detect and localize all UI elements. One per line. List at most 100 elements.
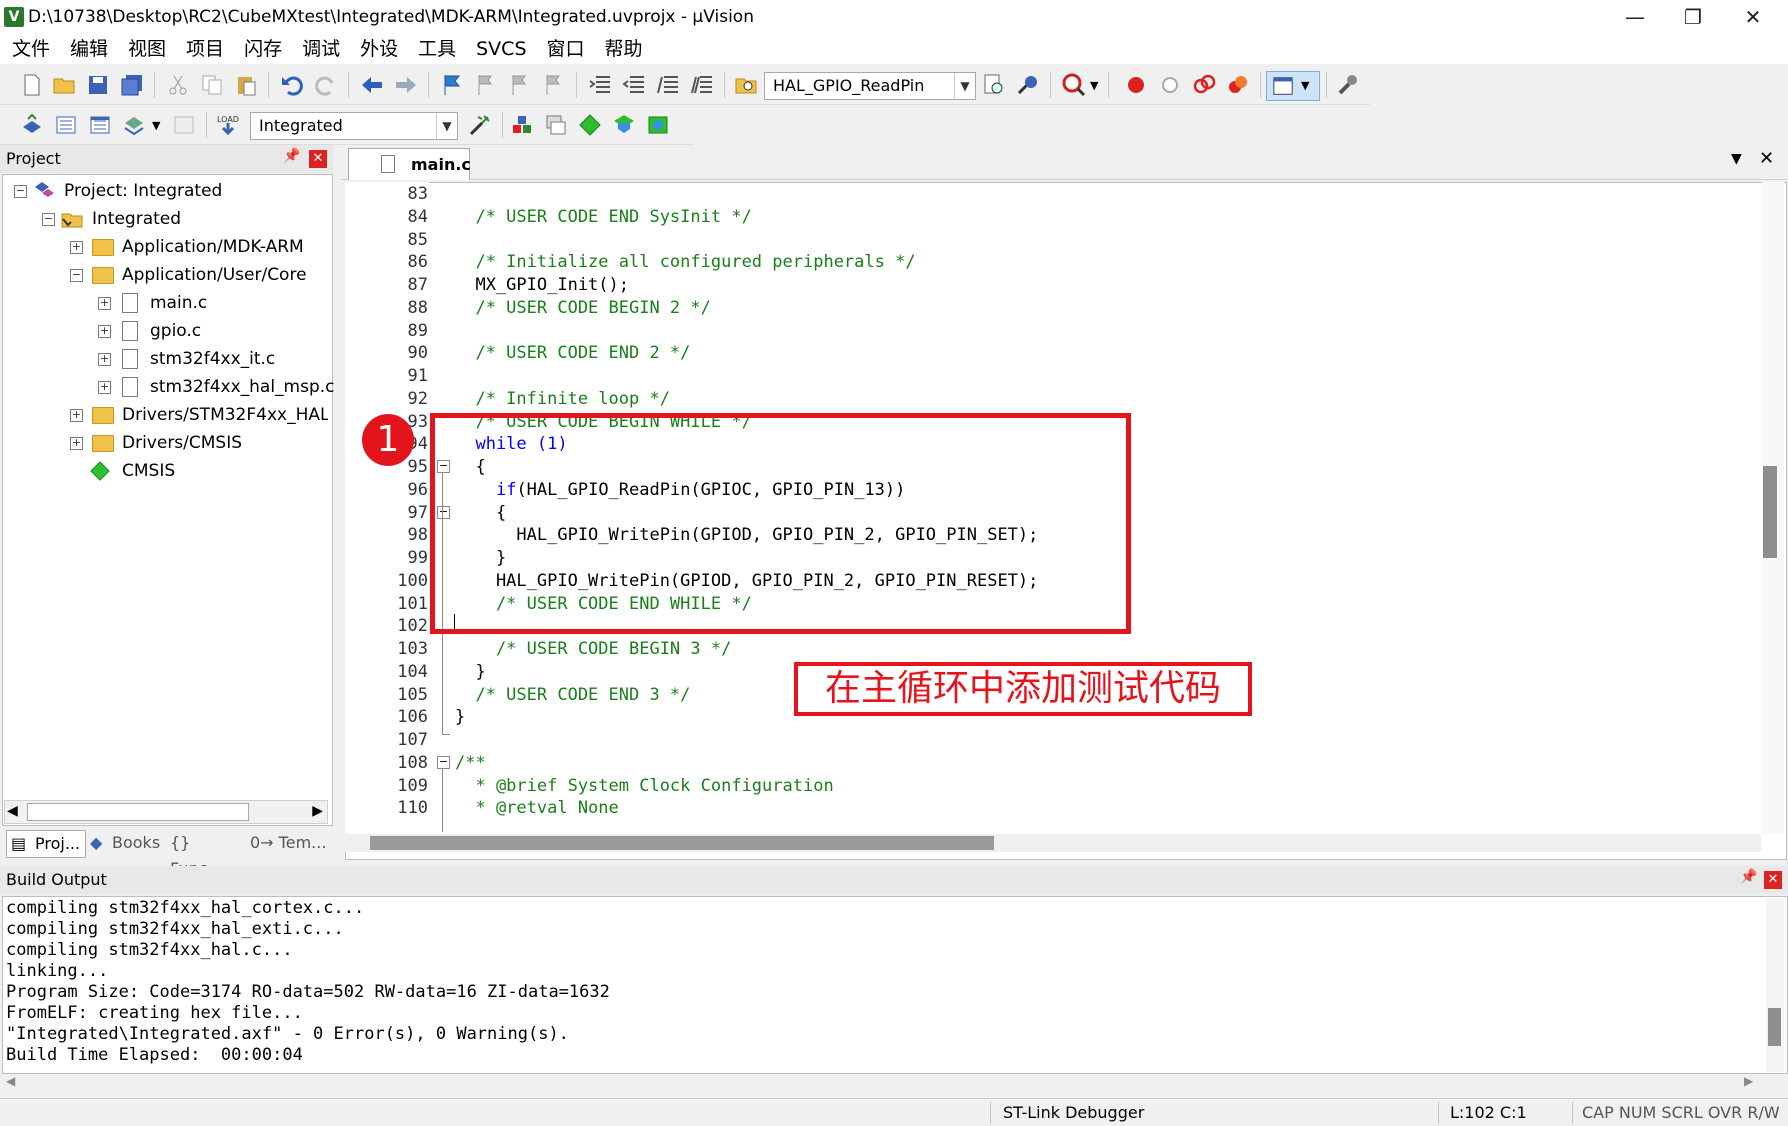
save-all-icon[interactable] xyxy=(120,73,144,97)
svg-text:LOAD: LOAD xyxy=(217,115,239,124)
incremental-find-icon[interactable] xyxy=(1016,73,1040,97)
paste-icon[interactable] xyxy=(234,73,258,97)
find-icon[interactable] xyxy=(982,73,1006,97)
unindent-icon[interactable] xyxy=(622,73,646,97)
chevron-down-icon[interactable]: ▼ xyxy=(954,73,975,99)
tab-list-dropdown-icon[interactable]: ▼ xyxy=(1731,151,1742,167)
navigate-forward-icon[interactable] xyxy=(394,73,418,97)
tab-functions[interactable]: {} Func... xyxy=(170,830,246,878)
chevron-down-icon[interactable]: ▼ xyxy=(436,113,457,139)
open-folder-icon[interactable] xyxy=(52,73,76,97)
configure-wrench-icon[interactable] xyxy=(1336,73,1360,97)
comment-icon[interactable] xyxy=(656,73,680,97)
batch-build-icon[interactable] xyxy=(122,113,146,137)
rebuild-icon[interactable] xyxy=(88,113,112,137)
menu-view[interactable]: 视图 xyxy=(118,34,176,64)
tab-templates[interactable]: 0→ Tem... xyxy=(250,830,330,856)
expand-icon[interactable]: + xyxy=(98,325,111,338)
project-horizontal-scrollbar[interactable]: ◀ ▶ xyxy=(4,800,328,824)
collapse-icon[interactable]: − xyxy=(70,269,83,282)
menu-svcs[interactable]: SVCS xyxy=(466,34,536,64)
menu-flash[interactable]: 闪存 xyxy=(234,34,292,64)
editor-horizontal-thumb[interactable] xyxy=(370,836,994,850)
expand-icon[interactable]: + xyxy=(70,409,83,422)
pin-icon[interactable]: 📌 xyxy=(1740,869,1757,885)
clear-bookmarks-icon[interactable] xyxy=(542,73,566,97)
menu-file[interactable]: 文件 xyxy=(2,34,60,64)
select-packs-icon[interactable] xyxy=(646,113,670,137)
line-number: 99 xyxy=(407,548,428,568)
tree-item-folder[interactable]: + Drivers/STM32F4xx_HAL_Driv xyxy=(70,403,328,427)
project-panel-tabs: ▤ Proj... ◆ Books {} Func... 0→ Tem... xyxy=(2,826,331,878)
maximize-button[interactable]: ❐ xyxy=(1664,2,1722,32)
next-bookmark-icon[interactable] xyxy=(508,73,532,97)
fold-collapse-icon[interactable]: − xyxy=(437,756,450,769)
editor-vertical-thumb[interactable] xyxy=(1763,466,1777,558)
cut-icon[interactable] xyxy=(166,73,190,97)
run-time-environment-icon[interactable] xyxy=(578,113,602,137)
pack-installer-icon[interactable] xyxy=(612,113,636,137)
download-load-icon[interactable]: LOAD xyxy=(216,113,240,137)
menu-project[interactable]: 项目 xyxy=(176,34,234,64)
target-combo[interactable]: Integrated ▼ xyxy=(250,112,458,140)
menu-window[interactable]: 窗口 xyxy=(537,34,595,64)
close-tab-icon[interactable]: ✕ xyxy=(1759,148,1774,169)
enable-breakpoint-icon[interactable] xyxy=(1158,73,1182,97)
file-extensions-icon[interactable] xyxy=(544,113,568,137)
find-combo[interactable]: HAL_GPIO_ReadPin ▼ xyxy=(764,72,976,100)
menu-help[interactable]: 帮助 xyxy=(595,34,653,64)
tab-books[interactable]: ◆ Books xyxy=(88,830,166,856)
prev-bookmark-icon[interactable] xyxy=(474,73,498,97)
expand-icon[interactable]: + xyxy=(98,353,111,366)
build-icon[interactable] xyxy=(54,113,78,137)
undo-icon[interactable] xyxy=(280,73,304,97)
minimize-button[interactable]: — xyxy=(1606,2,1664,32)
dropdown-arrow-icon[interactable]: ▼ xyxy=(1090,79,1098,92)
collapse-icon[interactable]: − xyxy=(14,185,27,198)
uncomment-icon[interactable] xyxy=(690,73,714,97)
window-layout-button[interactable]: ▼ xyxy=(1266,71,1320,101)
build-output-scroll-thumb[interactable] xyxy=(1768,1008,1781,1046)
stop-build-icon[interactable] xyxy=(172,113,196,137)
menu-tools[interactable]: 工具 xyxy=(408,34,466,64)
scroll-right-icon[interactable]: ▶ xyxy=(1744,1074,1753,1088)
disable-breakpoints-icon[interactable] xyxy=(1192,73,1216,97)
dropdown-arrow-icon[interactable]: ▼ xyxy=(152,119,160,132)
scroll-left-icon[interactable]: ◀ xyxy=(7,803,18,819)
menu-peripherals[interactable]: 外设 xyxy=(350,34,408,64)
bookmark-icon[interactable] xyxy=(440,73,464,97)
pin-icon[interactable]: 📌 xyxy=(283,148,300,164)
save-icon[interactable] xyxy=(86,73,110,97)
debug-session-icon[interactable] xyxy=(1062,73,1086,97)
target-options-icon[interactable] xyxy=(468,113,492,137)
expand-icon[interactable]: + xyxy=(70,241,83,254)
find-in-files-icon[interactable] xyxy=(734,73,758,97)
menu-debug[interactable]: 调试 xyxy=(292,34,350,64)
window-layout-icon xyxy=(1273,77,1293,95)
status-cursor-position: L:102 C:1 xyxy=(1450,1103,1527,1122)
scroll-right-icon[interactable]: ▶ xyxy=(312,803,323,819)
expand-icon[interactable]: + xyxy=(70,437,83,450)
collapse-icon[interactable]: − xyxy=(42,213,55,226)
menu-edit[interactable]: 编辑 xyxy=(60,34,118,64)
scroll-left-icon[interactable]: ◀ xyxy=(6,1074,15,1088)
expand-icon[interactable]: + xyxy=(98,297,111,310)
scrollbar-thumb[interactable] xyxy=(27,803,249,821)
tab-project[interactable]: ▤ Proj... xyxy=(6,830,86,858)
insert-breakpoint-icon[interactable] xyxy=(1124,73,1148,97)
new-file-icon[interactable] xyxy=(20,73,44,97)
navigate-back-icon[interactable] xyxy=(360,73,384,97)
translate-icon[interactable] xyxy=(20,113,44,137)
tab-main-c[interactable]: main.c xyxy=(348,148,471,180)
expand-icon[interactable]: + xyxy=(98,381,111,394)
kill-breakpoints-icon[interactable] xyxy=(1226,73,1250,97)
redo-icon[interactable] xyxy=(314,73,338,97)
indent-icon[interactable] xyxy=(588,73,612,97)
folder-open-icon xyxy=(92,267,114,284)
close-panel-icon[interactable]: ✕ xyxy=(309,150,327,168)
close-window-button[interactable]: ✕ xyxy=(1724,2,1782,32)
copy-icon[interactable] xyxy=(200,73,224,97)
manage-project-items-icon[interactable] xyxy=(510,113,534,137)
c-file-icon xyxy=(122,321,138,341)
close-panel-icon[interactable]: ✕ xyxy=(1764,871,1782,889)
